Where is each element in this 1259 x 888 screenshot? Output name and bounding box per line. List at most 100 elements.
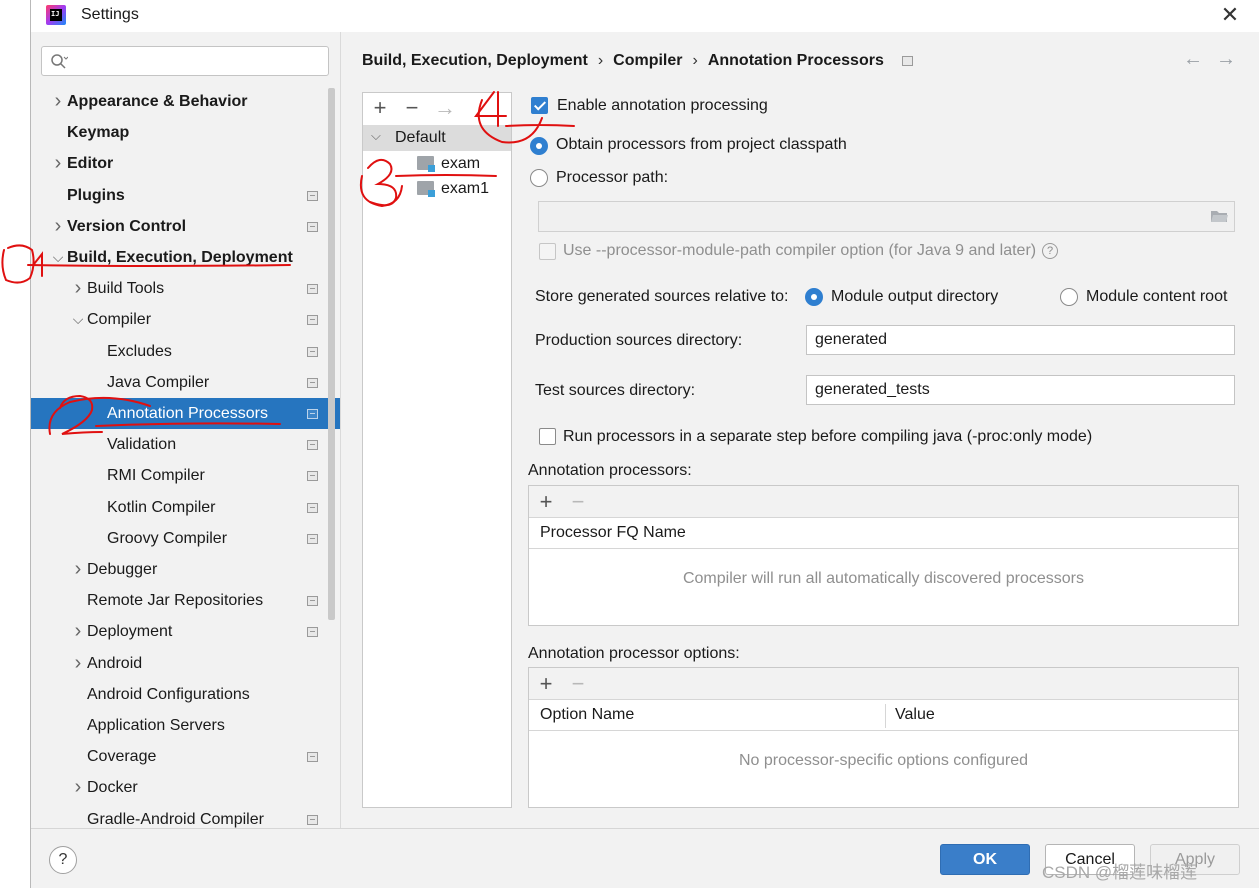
option-name-column[interactable]: Option Name (540, 706, 634, 724)
sidebar-item[interactable]: › Deployment (31, 616, 340, 647)
chevron-right-icon[interactable]: › (72, 648, 84, 679)
settings-sidebar: › Appearance & Behavior Keymap › Editor Plugi… (31, 32, 340, 828)
sidebar-item[interactable]: Kotlin Compiler (31, 492, 340, 523)
module-label: exam1 (441, 180, 490, 197)
chevron-right-icon[interactable]: › (72, 616, 84, 647)
profile-module[interactable]: exam1 (363, 177, 511, 202)
add-profile-button[interactable]: + (368, 96, 392, 120)
project-scope-icon (307, 284, 318, 294)
sidebar-item[interactable]: Coverage (31, 741, 340, 772)
add-option-button[interactable]: + (534, 672, 558, 696)
processor-module-path-checkbox[interactable] (539, 243, 556, 260)
sidebar-item[interactable]: Keymap (31, 117, 340, 148)
sidebar-item[interactable]: Annotation Processors (31, 398, 340, 429)
sidebar-item[interactable]: › Docker (31, 772, 340, 803)
value-column[interactable]: Value (895, 706, 935, 724)
profile-default[interactable]: ⌵ Default (363, 125, 511, 151)
window-title: Settings (81, 6, 139, 23)
sidebar-item[interactable]: Validation (31, 429, 340, 460)
sidebar-item[interactable]: Groovy Compiler (31, 523, 340, 554)
sidebar-item[interactable]: RMI Compiler (31, 460, 340, 491)
processor-fq-name-column[interactable]: Processor FQ Name (540, 524, 686, 542)
options-empty-message: No processor-specific options configured (738, 752, 1029, 769)
obtain-from-classpath-label[interactable]: Obtain processors from project classpath (556, 136, 847, 154)
processor-path-field[interactable] (538, 201, 1235, 232)
sidebar-item[interactable]: › Appearance & Behavior (31, 86, 340, 117)
settings-search-input[interactable] (41, 46, 329, 76)
sidebar-item-label: Build, Execution, Deployment (67, 249, 293, 266)
enable-annotation-processing-checkbox[interactable] (531, 97, 548, 114)
project-scope-icon (307, 752, 318, 762)
project-scope-icon (307, 503, 318, 513)
intellij-app-icon: IJ (46, 5, 66, 25)
close-icon[interactable]: ✕ (1218, 4, 1242, 28)
processor-path-label[interactable]: Processor path: (556, 169, 668, 187)
processors-toolbar: + − (529, 486, 1238, 518)
remove-profile-button[interactable]: − (400, 96, 424, 120)
chevron-right-icon[interactable]: › (72, 772, 84, 803)
sidebar-item[interactable]: Java Compiler (31, 367, 340, 398)
chevron-right-icon[interactable]: › (72, 554, 84, 585)
sidebar-item[interactable]: Android Configurations (31, 679, 340, 710)
module-content-root-label[interactable]: Module content root (1086, 288, 1227, 306)
sidebar-item[interactable]: › Debugger (31, 554, 340, 585)
production-sources-input[interactable]: generated (806, 325, 1235, 355)
chevron-down-icon[interactable]: ⌵ (52, 242, 64, 273)
settings-content: Build, Execution, Deployment › Compiler › An… (340, 32, 1259, 828)
sidebar-item[interactable]: › Build Tools (31, 273, 340, 304)
sidebar-item[interactable]: › Android (31, 648, 340, 679)
move-profile-button[interactable]: → (433, 96, 457, 120)
sidebar-item[interactable]: › Version Control (31, 211, 340, 242)
back-arrow-icon[interactable]: ← (1183, 48, 1203, 71)
test-sources-input[interactable]: generated_tests (806, 375, 1235, 405)
processor-module-path-label[interactable]: Use --processor-module-path compiler opt… (563, 242, 1059, 260)
folder-open-icon[interactable] (1210, 209, 1229, 223)
add-processor-button[interactable]: + (534, 490, 558, 514)
sidebar-item-label: Plugins (67, 187, 125, 204)
breadcrumb-item[interactable]: Build, Execution, Deployment (362, 52, 588, 70)
sidebar-item[interactable]: ⌵ Build, Execution, Deployment (31, 242, 340, 273)
module-output-directory-label[interactable]: Module output directory (831, 288, 998, 306)
sidebar-item-label: Deployment (87, 623, 173, 640)
help-icon[interactable]: ? (1042, 243, 1059, 259)
forward-arrow-icon[interactable]: → (1216, 48, 1236, 71)
profile-module[interactable]: exam (363, 152, 511, 177)
sidebar-item-label: Docker (87, 779, 138, 796)
options-table-header: Option Name Value (529, 700, 1238, 731)
enable-annotation-processing-label[interactable]: Enable annotation processing (557, 97, 768, 115)
sidebar-item[interactable]: › Editor (31, 148, 340, 179)
sidebar-scrollbar[interactable] (328, 88, 335, 620)
sidebar-item-label: Annotation Processors (107, 405, 268, 422)
settings-window: IJ Settings ✕ › Appearance & Behavior Keym… (31, 0, 1259, 888)
module-output-directory-radio[interactable] (805, 288, 823, 306)
chevron-right-icon[interactable]: › (52, 148, 64, 179)
sidebar-item-label: Remote Jar Repositories (87, 592, 264, 609)
sidebar-item[interactable]: Excludes (31, 336, 340, 367)
sidebar-item[interactable]: Application Servers (31, 710, 340, 741)
sidebar-item-label: Validation (107, 436, 177, 453)
processor-path-radio[interactable] (530, 169, 548, 187)
remove-processor-button[interactable]: − (566, 490, 590, 514)
ok-button[interactable]: OK (940, 844, 1030, 875)
sidebar-item[interactable]: ⌵ Compiler (31, 304, 340, 335)
chevron-down-icon[interactable]: ⌵ (72, 304, 84, 335)
chevron-right-icon[interactable]: › (72, 273, 84, 304)
chevron-right-icon[interactable]: › (52, 86, 64, 117)
project-scope-icon (901, 55, 913, 66)
sidebar-item-label: Editor (67, 155, 114, 172)
sidebar-item[interactable]: Remote Jar Repositories (31, 585, 340, 616)
obtain-from-classpath-radio[interactable] (530, 137, 548, 155)
sidebar-item[interactable]: Plugins (31, 180, 340, 211)
chevron-down-icon: ⌵ (371, 128, 381, 143)
processor-options-title: Annotation processor options: (528, 645, 740, 662)
breadcrumb-item[interactable]: Compiler (613, 52, 682, 70)
separate-step-label[interactable]: Run processors in a separate step before… (563, 428, 1092, 446)
separate-step-checkbox[interactable] (539, 428, 556, 445)
remove-option-button[interactable]: − (566, 672, 590, 696)
help-button[interactable]: ? (49, 846, 77, 874)
module-content-root-radio[interactable] (1060, 288, 1078, 306)
search-icon (51, 54, 68, 69)
breadcrumb: Build, Execution, Deployment › Compiler › An… (362, 52, 913, 70)
column-divider[interactable] (885, 704, 886, 728)
chevron-right-icon[interactable]: › (52, 211, 64, 242)
